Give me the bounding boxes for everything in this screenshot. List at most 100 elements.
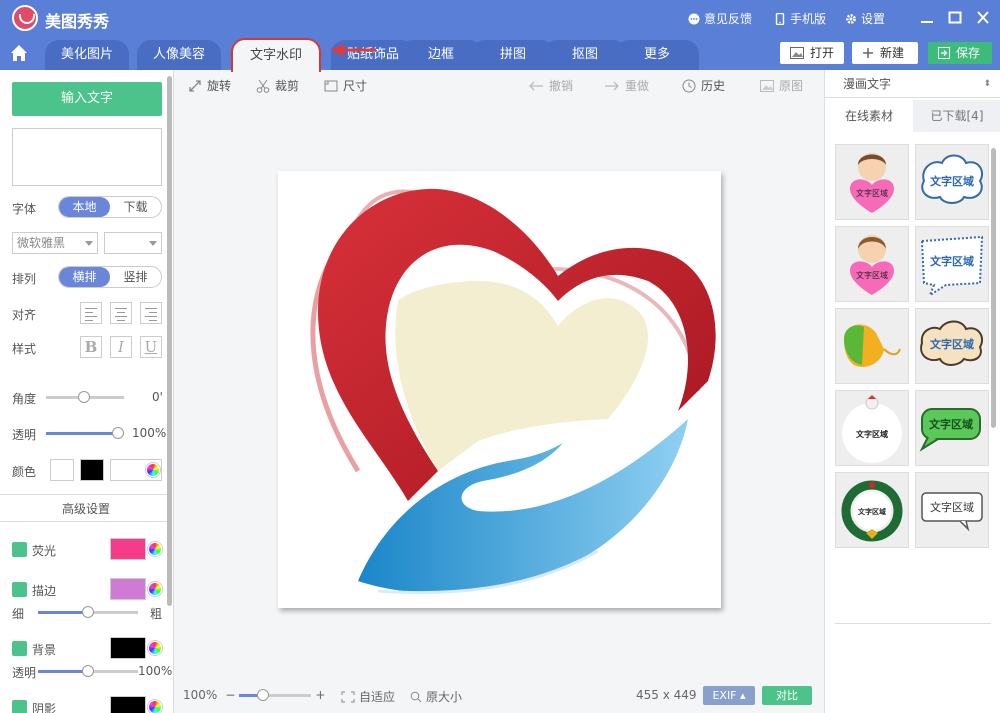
- sticker-item[interactable]: 文字区域: [835, 226, 909, 302]
- exif-button[interactable]: EXIF ▴: [703, 686, 755, 705]
- close-button[interactable]: [973, 8, 993, 28]
- glow-color-wheel-icon[interactable]: [148, 542, 162, 556]
- font-family-select[interactable]: 微软雅黑: [12, 232, 98, 254]
- feedback-button[interactable]: 意见反馈: [688, 10, 752, 27]
- open-label: 打开: [810, 46, 835, 60]
- stroke-thick-label: 粗: [150, 607, 163, 621]
- tab-online-materials[interactable]: 在线素材: [825, 100, 913, 132]
- new-button[interactable]: 新建: [852, 42, 918, 64]
- left-panel-scrollbar[interactable]: [167, 76, 172, 606]
- redo-button[interactable]: 重做: [604, 77, 649, 94]
- stroke-color-wheel-icon[interactable]: [148, 582, 162, 596]
- sticker-item[interactable]: [835, 308, 909, 384]
- background-opacity-slider-handle[interactable]: [82, 665, 94, 677]
- undo-button[interactable]: 撤销: [528, 77, 573, 94]
- color-white-swatch[interactable]: [50, 459, 74, 481]
- zoom-out-icon[interactable]: −: [225, 688, 235, 702]
- sticker-item[interactable]: 文字区域: [915, 308, 989, 384]
- opacity-slider[interactable]: [46, 427, 124, 439]
- title-bar: 美图秀秀 意见反馈 手机版 设置: [0, 0, 1000, 36]
- tab-downloaded[interactable]: 已下载[4]: [913, 100, 1000, 132]
- sticker-item[interactable]: 文字区域: [835, 472, 909, 548]
- align-center-button[interactable]: [110, 302, 132, 324]
- sticker-item[interactable]: 文字区域: [835, 144, 909, 220]
- sticker-item[interactable]: 文字区域: [915, 226, 989, 302]
- fit-button[interactable]: 自适应: [341, 688, 395, 705]
- align-right-button[interactable]: [140, 302, 162, 324]
- sticker-text: 文字区域: [856, 270, 888, 280]
- minimize-button[interactable]: [917, 8, 937, 28]
- open-button[interactable]: 打开: [780, 42, 844, 64]
- arrange-vertical-option[interactable]: 竖排: [110, 267, 161, 287]
- sticker-item[interactable]: 文字区域: [915, 144, 989, 220]
- angle-slider-handle[interactable]: [78, 391, 90, 403]
- opacity-slider-handle[interactable]: [112, 427, 124, 439]
- background-color-box[interactable]: [110, 637, 146, 659]
- maximize-button[interactable]: [945, 8, 965, 28]
- tab-portrait[interactable]: 人像美容: [137, 40, 221, 70]
- align-label: 对齐: [12, 308, 37, 322]
- zoom-value: 100%: [183, 688, 218, 702]
- font-local-option[interactable]: 本地: [59, 197, 110, 217]
- glow-color-box[interactable]: [110, 538, 146, 560]
- stroke-width-slider[interactable]: [38, 606, 138, 618]
- rotate-button[interactable]: 旋转: [188, 77, 231, 94]
- image-dimensions: 455 x 449: [636, 688, 697, 702]
- underline-button[interactable]: U: [140, 336, 162, 358]
- color-black-swatch[interactable]: [80, 459, 104, 481]
- home-icon[interactable]: [8, 42, 30, 64]
- color-wheel-icon[interactable]: [146, 463, 160, 477]
- export-icon: [938, 47, 950, 59]
- background-color-wheel-icon[interactable]: [148, 641, 162, 655]
- fit-label: 自适应: [359, 690, 396, 704]
- glow-checkbox[interactable]: [12, 542, 27, 557]
- stroke-checkbox[interactable]: [12, 582, 27, 597]
- font-size-select[interactable]: [104, 232, 162, 254]
- app-logo-icon: [12, 5, 38, 31]
- shadow-checkbox[interactable]: [12, 700, 27, 713]
- zoom-in-icon[interactable]: +: [315, 688, 325, 702]
- tab-text-watermark[interactable]: 文字水印: [231, 38, 321, 72]
- sticker-text: 文字区域: [856, 188, 888, 198]
- image-canvas[interactable]: [278, 171, 721, 608]
- italic-button[interactable]: I: [110, 336, 132, 358]
- stroke-width-slider-handle[interactable]: [82, 606, 94, 618]
- arrange-horizontal-option[interactable]: 横排: [59, 267, 110, 287]
- sticker-text: 文字区域: [930, 174, 974, 188]
- save-button[interactable]: 保存: [928, 42, 992, 64]
- background-checkbox[interactable]: [12, 641, 27, 656]
- color-label: 颜色: [12, 465, 37, 479]
- settings-button[interactable]: 设置: [845, 10, 885, 27]
- font-download-option[interactable]: 下载: [110, 197, 161, 217]
- bold-button[interactable]: B: [80, 336, 102, 358]
- text-input-area[interactable]: [12, 128, 162, 186]
- stroke-color-box[interactable]: [110, 578, 146, 600]
- shadow-color-box[interactable]: [110, 696, 146, 713]
- zoom-slider[interactable]: [239, 688, 312, 701]
- history-button[interactable]: 历史: [682, 77, 725, 94]
- opacity-label: 透明: [12, 428, 37, 442]
- mobile-button[interactable]: 手机版: [774, 10, 826, 27]
- material-panel-scrollbar[interactable]: [991, 148, 996, 428]
- size-button[interactable]: 尺寸: [324, 77, 367, 94]
- shadow-color-wheel-icon[interactable]: [148, 700, 162, 713]
- align-left-button[interactable]: [80, 302, 102, 324]
- stroke-label: 描边: [32, 584, 57, 598]
- redo-label: 重做: [625, 79, 650, 93]
- sticker-item[interactable]: 文字区域: [835, 390, 909, 466]
- original-button[interactable]: 原图: [760, 77, 803, 94]
- category-select[interactable]: 漫画文字 ⬍: [825, 70, 1000, 98]
- zoom-slider-handle[interactable]: [257, 688, 270, 701]
- tab-more[interactable]: 更多: [615, 40, 699, 70]
- compare-button[interactable]: 对比: [762, 686, 812, 705]
- angle-slider[interactable]: [46, 391, 124, 403]
- crop-button[interactable]: 裁剪: [256, 77, 299, 94]
- input-text-button[interactable]: 输入文字: [12, 82, 162, 116]
- tab-beautify[interactable]: 美化图片: [45, 40, 129, 70]
- advanced-settings-toggle[interactable]: 高级设置: [0, 494, 172, 522]
- sticker-item[interactable]: 文字区域: [915, 390, 989, 466]
- sticker-item[interactable]: 文字区域: [915, 472, 989, 548]
- background-opacity-slider[interactable]: [38, 665, 138, 677]
- opacity-value: 100%: [132, 426, 167, 440]
- actual-size-button[interactable]: 原大小: [410, 688, 462, 705]
